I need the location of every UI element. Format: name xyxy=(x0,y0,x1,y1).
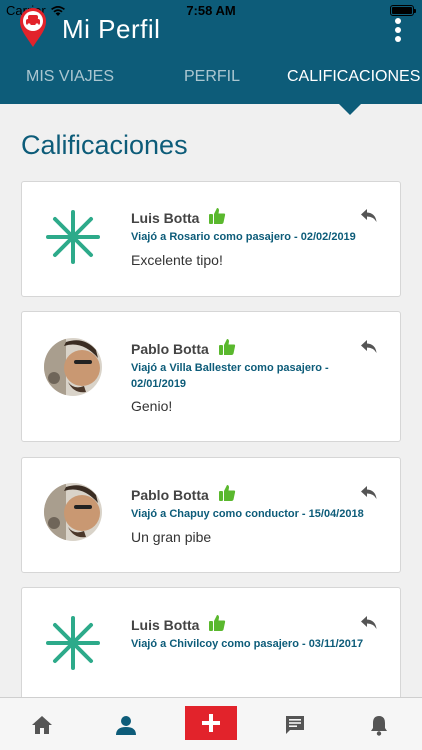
rater-name: Pablo Botta xyxy=(131,487,209,503)
rater-name: Luis Botta xyxy=(131,617,200,633)
reply-icon[interactable] xyxy=(360,339,378,355)
tab-calificaciones[interactable]: CALIFICACIONES xyxy=(287,68,420,86)
thumbs-up-icon xyxy=(219,339,236,355)
add-trip-button[interactable] xyxy=(185,706,237,740)
avatar xyxy=(44,483,102,541)
reply-icon[interactable] xyxy=(360,208,378,224)
battery-icon xyxy=(390,5,416,16)
tab-mis-viajes[interactable]: MIS VIAJES xyxy=(26,68,114,86)
notifications-icon[interactable] xyxy=(368,714,390,736)
active-tab-indicator xyxy=(339,104,361,115)
avatar xyxy=(44,208,102,266)
home-icon[interactable] xyxy=(31,714,53,736)
avatar xyxy=(44,338,102,396)
app-header: Carrier 7:58 AM Mi Perfil MIS VIAJES PER… xyxy=(0,0,422,104)
trip-info: Viajó a Rosario como pasajero - 02/02/20… xyxy=(131,231,356,243)
rating-comment: Un gran pibe xyxy=(131,529,212,545)
trip-info: Viajó a Chapuy como conductor - 15/04/20… xyxy=(131,508,364,520)
thumbs-up-icon xyxy=(209,208,226,224)
more-options-icon[interactable] xyxy=(394,18,402,42)
rating-card: Pablo Botta Viajó a Villa Ballester como… xyxy=(21,311,401,442)
rater-name: Pablo Botta xyxy=(131,341,209,357)
tab-perfil[interactable]: PERFIL xyxy=(184,68,240,86)
reply-icon[interactable] xyxy=(360,615,378,631)
user-photo-icon xyxy=(44,483,102,541)
thumbs-up-icon xyxy=(209,615,226,631)
rating-comment: Genio! xyxy=(131,398,173,414)
rating-card: Pablo Botta Viajó a Chapuy como conducto… xyxy=(21,457,401,573)
trip-info: Viajó a Chivilcoy como pasajero - 03/11/… xyxy=(131,638,364,650)
add-icon xyxy=(202,714,220,732)
tab-bar: MIS VIAJES PERFIL CALIFICACIONES xyxy=(0,62,422,96)
app-logo-icon xyxy=(20,8,46,47)
trip-info: Viajó a Villa Ballester como pasajero - … xyxy=(131,362,329,390)
messages-icon[interactable] xyxy=(284,714,306,736)
bottom-navigation xyxy=(0,697,422,750)
rating-card: Luis Botta Viajó a Chivilcoy como pasaje… xyxy=(21,587,401,707)
rating-comment: Excelente tipo! xyxy=(131,252,223,268)
reply-icon[interactable] xyxy=(360,485,378,501)
section-title: Calificaciones xyxy=(21,130,188,160)
thumbs-up-icon xyxy=(219,485,236,501)
rating-card: Luis Botta Viajó a Rosario como pasajero… xyxy=(21,181,401,297)
rater-name: Luis Botta xyxy=(131,210,200,226)
page-title: Mi Perfil xyxy=(62,14,161,44)
asterisk-avatar-icon xyxy=(46,616,100,670)
user-photo-icon xyxy=(44,338,102,396)
avatar xyxy=(44,614,102,672)
asterisk-avatar-icon xyxy=(46,210,100,264)
profile-icon[interactable] xyxy=(115,714,137,736)
